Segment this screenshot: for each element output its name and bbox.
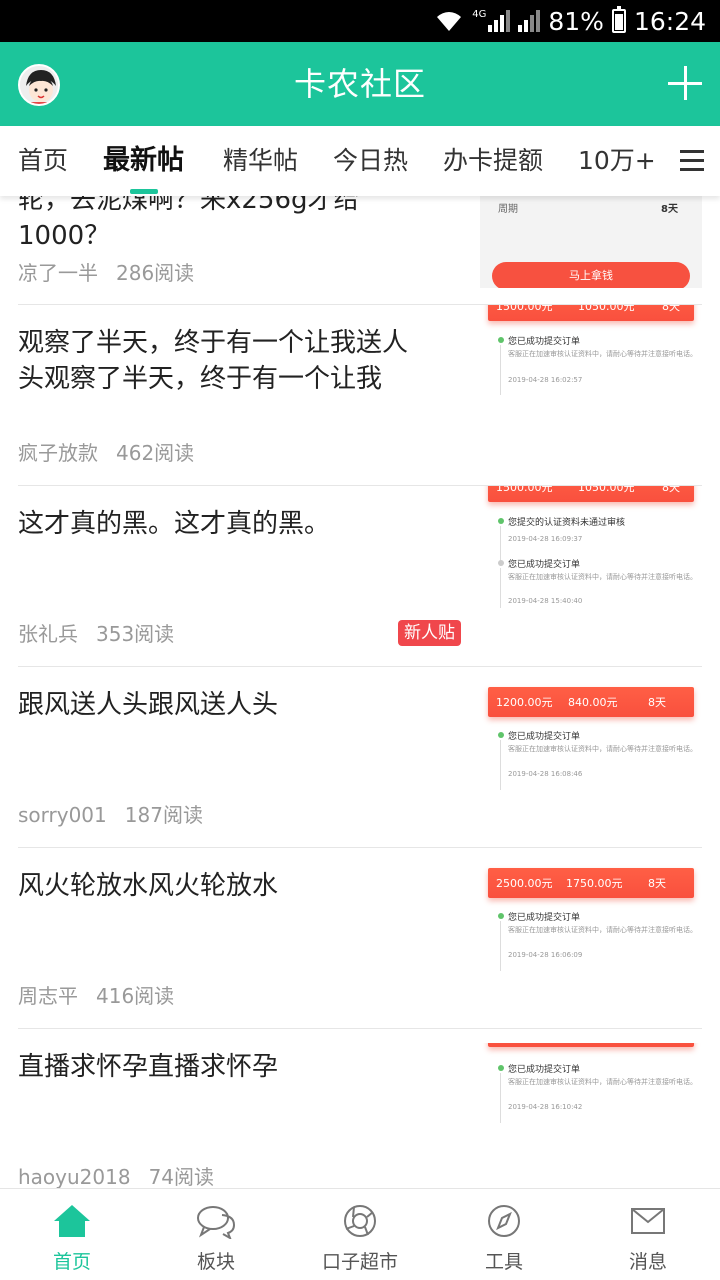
post-title: 轮，去泥煤啊？来x256g才给1000？ xyxy=(18,196,360,251)
post-reads: 353阅读 xyxy=(96,622,175,646)
post-author: haoyu2018 xyxy=(18,1165,131,1188)
signal-icon xyxy=(488,10,511,32)
add-post-button[interactable] xyxy=(668,66,702,100)
compass-icon xyxy=(488,1205,520,1237)
battery-icon xyxy=(611,6,626,33)
post-thumbnail: 1500.00元 1050.00元 8天 您已成功提交订单 客服正在加速审核认证… xyxy=(480,305,702,425)
nav-messages[interactable]: 消息 xyxy=(576,1189,720,1280)
post-reads: 187阅读 xyxy=(124,803,203,827)
tab-featured[interactable]: 精华帖 xyxy=(223,126,298,196)
mail-icon xyxy=(631,1208,665,1234)
post-author: sorry001 xyxy=(18,803,107,827)
post-title: 这才真的黑。这才真的黑。 xyxy=(18,509,331,539)
app-header: 卡农社区 xyxy=(0,42,720,126)
page-title: 卡农社区 xyxy=(293,65,426,103)
wifi-icon xyxy=(437,12,462,31)
tab-card-limit[interactable]: 办卡提额 xyxy=(443,126,543,196)
tab-home[interactable]: 首页 xyxy=(18,126,68,196)
post-feed[interactable]: 轮，去泥煤啊？来x256g才给1000？ 凉了一半 286阅读 周期 8天 马上拿… xyxy=(0,196,720,1188)
post-reads: 416阅读 xyxy=(96,984,175,1008)
nav-tools[interactable]: 工具 xyxy=(432,1189,576,1280)
tab-latest[interactable]: 最新帖 xyxy=(103,126,184,196)
status-bar: 4G 81% 16:24 xyxy=(0,0,720,42)
post-thumbnail: 1200.00元 840.00元 8天 您已成功提交订单 客服正在加速审核认证资… xyxy=(480,681,702,801)
aperture-icon xyxy=(344,1205,376,1237)
post-reads: 286阅读 xyxy=(116,261,195,285)
post-reads: 74阅读 xyxy=(148,1165,215,1188)
nav-boards[interactable]: 板块 xyxy=(144,1189,288,1280)
home-icon xyxy=(54,1205,90,1237)
post-reads: 462阅读 xyxy=(116,441,195,465)
post-author: 周志平 xyxy=(18,984,78,1008)
tab-today-hot[interactable]: 今日热 xyxy=(333,126,408,196)
network-type: 4G xyxy=(472,9,487,20)
bottom-navigation: 首页 板块 口子超市 工具 消息 xyxy=(0,1188,720,1280)
list-item[interactable]: 风火轮放水风火轮放水 周志平 416阅读 2500.00元 1750.00元 8天… xyxy=(0,848,720,1029)
post-thumbnail: 您已成功提交订单 客服正在加速审核认证资料中，请耐心等待并注意接听电话。 201… xyxy=(480,1043,702,1163)
list-item[interactable]: 直播求怀孕直播求怀孕 haoyu2018 74阅读 您已成功提交订单 客服正在加速… xyxy=(0,1029,720,1188)
post-author: 疯子放款 xyxy=(18,441,98,465)
tab-100k-plus[interactable]: 10万+ xyxy=(578,126,656,196)
signal-icon-2 xyxy=(518,10,541,32)
clock: 16:24 xyxy=(633,6,706,36)
new-user-badge: 新人贴 xyxy=(398,620,461,646)
list-item[interactable]: 这才真的黑。这才真的黑。 张礼兵 353阅读 新人贴 1500.00元 1050.… xyxy=(0,486,720,667)
post-author: 凉了一半 xyxy=(18,261,98,285)
nav-loan-market[interactable]: 口子超市 xyxy=(288,1189,432,1280)
post-title: 跟风送人头跟风送人头 xyxy=(18,690,279,720)
active-tab-indicator xyxy=(129,189,158,194)
post-title: 风火轮放水风火轮放水 xyxy=(18,871,279,901)
post-author: 张礼兵 xyxy=(18,622,78,646)
menu-icon[interactable] xyxy=(680,150,704,172)
battery-percent: 81% xyxy=(548,6,604,36)
post-title: 直播求怀孕直播求怀孕 xyxy=(18,1052,279,1082)
list-item[interactable]: 观察了半天，终于有一个让我送人头观察了半天，终于有一个让我 疯子放款 462阅读 … xyxy=(0,305,720,486)
list-item[interactable]: 轮，去泥煤啊？来x256g才给1000？ 凉了一半 286阅读 周期 8天 马上拿… xyxy=(0,196,720,305)
post-thumbnail: 周期 8天 马上拿钱 xyxy=(480,196,702,288)
nav-home[interactable]: 首页 xyxy=(0,1189,144,1280)
chat-bubbles-icon xyxy=(197,1206,236,1239)
post-thumbnail: 2500.00元 1750.00元 8天 您已成功提交订单 客服正在加速审核认证… xyxy=(480,862,702,982)
post-title: 观察了半天，终于有一个让我送人头观察了半天，终于有一个让我 xyxy=(18,328,409,394)
post-thumbnail: 1500.00元 1050.00元 8天 您提交的认证资料未通过审核 2019-… xyxy=(480,486,702,626)
category-tabs: 首页 最新帖 精华帖 今日热 办卡提额 10万+ xyxy=(0,126,720,196)
list-item[interactable]: 跟风送人头跟风送人头 sorry001 187阅读 1200.00元 840.00… xyxy=(0,667,720,848)
